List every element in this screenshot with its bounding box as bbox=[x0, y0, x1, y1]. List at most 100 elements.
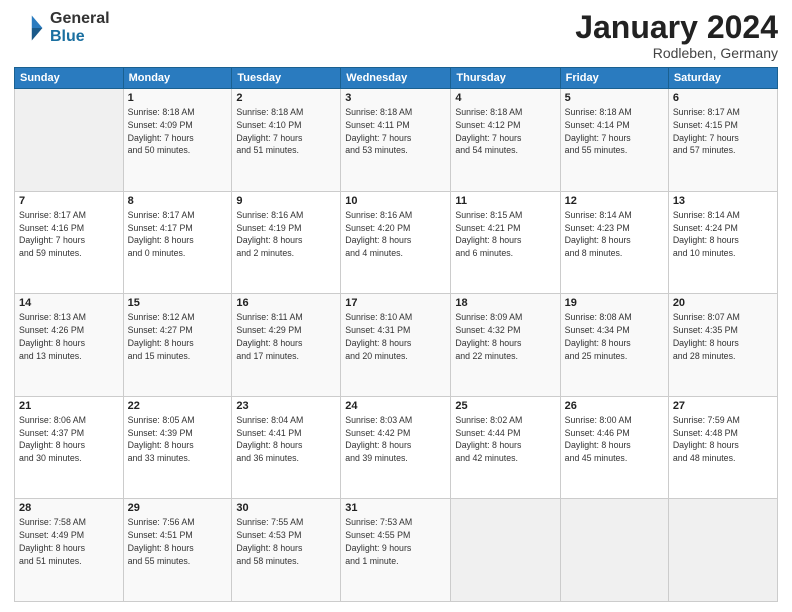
day-number: 6 bbox=[673, 92, 773, 104]
calendar-cell: 7 Sunrise: 8:17 AMSunset: 4:16 PMDaylight… bbox=[15, 191, 124, 294]
calendar-cell: 21Sunrise: 8:06 AMSunset: 4:37 PMDayligh… bbox=[15, 396, 124, 499]
day-detail: Sunrise: 8:07 AMSunset: 4:35 PMDaylight:… bbox=[673, 311, 773, 362]
day-detail: Sunrise: 8:18 AMSunset: 4:10 PMDaylight:… bbox=[236, 106, 336, 157]
calendar-cell: 12Sunrise: 8:14 AMSunset: 4:23 PMDayligh… bbox=[560, 191, 668, 294]
calendar-cell: 20 Sunrise: 8:07 AMSunset: 4:35 PMDayligh… bbox=[668, 294, 777, 397]
day-number: 12 bbox=[565, 195, 664, 207]
calendar-cell: 9 Sunrise: 8:16 AMSunset: 4:19 PMDaylight… bbox=[232, 191, 341, 294]
title-month: January 2024 bbox=[575, 10, 778, 45]
calendar-cell: 31Sunrise: 7:53 AMSunset: 4:55 PMDayligh… bbox=[341, 499, 451, 602]
calendar-cell: 18Sunrise: 8:09 AMSunset: 4:32 PMDayligh… bbox=[451, 294, 560, 397]
day-detail: Sunrise: 8:08 AMSunset: 4:34 PMDaylight:… bbox=[565, 311, 664, 362]
day-number: 14 bbox=[19, 297, 119, 309]
day-number: 19 bbox=[565, 297, 664, 309]
weekday-header-monday: Monday bbox=[123, 68, 232, 89]
day-number: 30 bbox=[236, 502, 336, 514]
calendar-cell bbox=[668, 499, 777, 602]
day-detail: Sunrise: 8:17 AMSunset: 4:16 PMDaylight:… bbox=[19, 209, 119, 260]
day-detail: Sunrise: 8:03 AMSunset: 4:42 PMDaylight:… bbox=[345, 414, 446, 465]
day-number: 29 bbox=[128, 502, 228, 514]
calendar-body: 1 Sunrise: 8:18 AMSunset: 4:09 PMDaylight… bbox=[15, 89, 778, 602]
day-detail: Sunrise: 7:58 AMSunset: 4:49 PMDaylight:… bbox=[19, 516, 119, 567]
day-number: 13 bbox=[673, 195, 773, 207]
calendar-week-1: 1 Sunrise: 8:18 AMSunset: 4:09 PMDaylight… bbox=[15, 89, 778, 192]
calendar-cell: 3Sunrise: 8:18 AMSunset: 4:11 PMDaylight… bbox=[341, 89, 451, 192]
day-number: 21 bbox=[19, 400, 119, 412]
day-detail: Sunrise: 8:17 AMSunset: 4:15 PMDaylight:… bbox=[673, 106, 773, 157]
calendar-cell: 27Sunrise: 7:59 AMSunset: 4:48 PMDayligh… bbox=[668, 396, 777, 499]
calendar-cell: 22 Sunrise: 8:05 AMSunset: 4:39 PMDayligh… bbox=[123, 396, 232, 499]
day-number: 4 bbox=[455, 92, 555, 104]
day-number: 2 bbox=[236, 92, 336, 104]
day-number: 26 bbox=[565, 400, 664, 412]
day-detail: Sunrise: 8:18 AMSunset: 4:12 PMDaylight:… bbox=[455, 106, 555, 157]
day-number: 16 bbox=[236, 297, 336, 309]
day-number: 7 bbox=[19, 195, 119, 207]
calendar-cell: 14 Sunrise: 8:13 AMSunset: 4:26 PMDayligh… bbox=[15, 294, 124, 397]
calendar-cell: 5Sunrise: 8:18 AMSunset: 4:14 PMDaylight… bbox=[560, 89, 668, 192]
day-number: 31 bbox=[345, 502, 446, 514]
calendar-cell: 10Sunrise: 8:16 AMSunset: 4:20 PMDayligh… bbox=[341, 191, 451, 294]
day-detail: Sunrise: 8:11 AMSunset: 4:29 PMDaylight:… bbox=[236, 311, 336, 362]
day-number: 9 bbox=[236, 195, 336, 207]
day-number: 1 bbox=[128, 92, 228, 104]
calendar-cell bbox=[15, 89, 124, 192]
calendar-week-5: 28 Sunrise: 7:58 AMSunset: 4:49 PMDayligh… bbox=[15, 499, 778, 602]
calendar-cell: 25 Sunrise: 8:02 AMSunset: 4:44 PMDayligh… bbox=[451, 396, 560, 499]
day-number: 3 bbox=[345, 92, 446, 104]
weekday-header-sunday: Sunday bbox=[15, 68, 124, 89]
calendar-header-row: SundayMondayTuesdayWednesdayThursdayFrid… bbox=[15, 68, 778, 89]
day-detail: Sunrise: 8:00 AMSunset: 4:46 PMDaylight:… bbox=[565, 414, 664, 465]
day-number: 10 bbox=[345, 195, 446, 207]
calendar-cell: 1 Sunrise: 8:18 AMSunset: 4:09 PMDaylight… bbox=[123, 89, 232, 192]
day-number: 8 bbox=[128, 195, 228, 207]
day-detail: Sunrise: 8:02 AMSunset: 4:44 PMDaylight:… bbox=[455, 414, 555, 465]
logo-icon bbox=[14, 12, 46, 44]
calendar-cell bbox=[451, 499, 560, 602]
day-number: 24 bbox=[345, 400, 446, 412]
weekday-header-thursday: Thursday bbox=[451, 68, 560, 89]
day-number: 25 bbox=[455, 400, 555, 412]
calendar-cell: 17Sunrise: 8:10 AMSunset: 4:31 PMDayligh… bbox=[341, 294, 451, 397]
calendar-cell: 23Sunrise: 8:04 AMSunset: 4:41 PMDayligh… bbox=[232, 396, 341, 499]
calendar-cell: 28 Sunrise: 7:58 AMSunset: 4:49 PMDayligh… bbox=[15, 499, 124, 602]
day-detail: Sunrise: 8:13 AMSunset: 4:26 PMDaylight:… bbox=[19, 311, 119, 362]
day-number: 20 bbox=[673, 297, 773, 309]
day-number: 11 bbox=[455, 195, 555, 207]
calendar-cell: 8 Sunrise: 8:17 AMSunset: 4:17 PMDaylight… bbox=[123, 191, 232, 294]
title-location: Rodleben, Germany bbox=[575, 45, 778, 61]
calendar-cell: 6 Sunrise: 8:17 AMSunset: 4:15 PMDaylight… bbox=[668, 89, 777, 192]
day-number: 15 bbox=[128, 297, 228, 309]
day-detail: Sunrise: 8:17 AMSunset: 4:17 PMDaylight:… bbox=[128, 209, 228, 260]
title-block: January 2024 Rodleben, Germany bbox=[575, 10, 778, 61]
day-detail: Sunrise: 8:05 AMSunset: 4:39 PMDaylight:… bbox=[128, 414, 228, 465]
header: General Blue January 2024 Rodleben, Germ… bbox=[14, 10, 778, 61]
day-detail: Sunrise: 8:12 AMSunset: 4:27 PMDaylight:… bbox=[128, 311, 228, 362]
day-number: 27 bbox=[673, 400, 773, 412]
weekday-header-wednesday: Wednesday bbox=[341, 68, 451, 89]
day-detail: Sunrise: 8:16 AMSunset: 4:19 PMDaylight:… bbox=[236, 209, 336, 260]
calendar-table: SundayMondayTuesdayWednesdayThursdayFrid… bbox=[14, 67, 778, 602]
calendar-cell: 30Sunrise: 7:55 AMSunset: 4:53 PMDayligh… bbox=[232, 499, 341, 602]
calendar-cell: 19 Sunrise: 8:08 AMSunset: 4:34 PMDayligh… bbox=[560, 294, 668, 397]
page: General Blue January 2024 Rodleben, Germ… bbox=[0, 0, 792, 612]
day-number: 28 bbox=[19, 502, 119, 514]
calendar-cell: 4 Sunrise: 8:18 AMSunset: 4:12 PMDaylight… bbox=[451, 89, 560, 192]
calendar-cell: 29Sunrise: 7:56 AMSunset: 4:51 PMDayligh… bbox=[123, 499, 232, 602]
calendar-cell: 2 Sunrise: 8:18 AMSunset: 4:10 PMDaylight… bbox=[232, 89, 341, 192]
calendar-week-4: 21Sunrise: 8:06 AMSunset: 4:37 PMDayligh… bbox=[15, 396, 778, 499]
day-number: 22 bbox=[128, 400, 228, 412]
calendar-week-2: 7 Sunrise: 8:17 AMSunset: 4:16 PMDaylight… bbox=[15, 191, 778, 294]
calendar-week-3: 14 Sunrise: 8:13 AMSunset: 4:26 PMDayligh… bbox=[15, 294, 778, 397]
day-detail: Sunrise: 8:18 AMSunset: 4:09 PMDaylight:… bbox=[128, 106, 228, 157]
calendar-cell: 11 Sunrise: 8:15 AMSunset: 4:21 PMDayligh… bbox=[451, 191, 560, 294]
day-detail: Sunrise: 8:15 AMSunset: 4:21 PMDaylight:… bbox=[455, 209, 555, 260]
calendar-cell: 16 Sunrise: 8:11 AMSunset: 4:29 PMDayligh… bbox=[232, 294, 341, 397]
logo-blue-text: Blue bbox=[50, 28, 110, 46]
day-number: 23 bbox=[236, 400, 336, 412]
logo-general-text: General bbox=[50, 10, 110, 28]
calendar-cell bbox=[560, 499, 668, 602]
calendar-cell: 26 Sunrise: 8:00 AMSunset: 4:46 PMDayligh… bbox=[560, 396, 668, 499]
calendar-cell: 15 Sunrise: 8:12 AMSunset: 4:27 PMDayligh… bbox=[123, 294, 232, 397]
logo-text: General Blue bbox=[50, 10, 110, 45]
